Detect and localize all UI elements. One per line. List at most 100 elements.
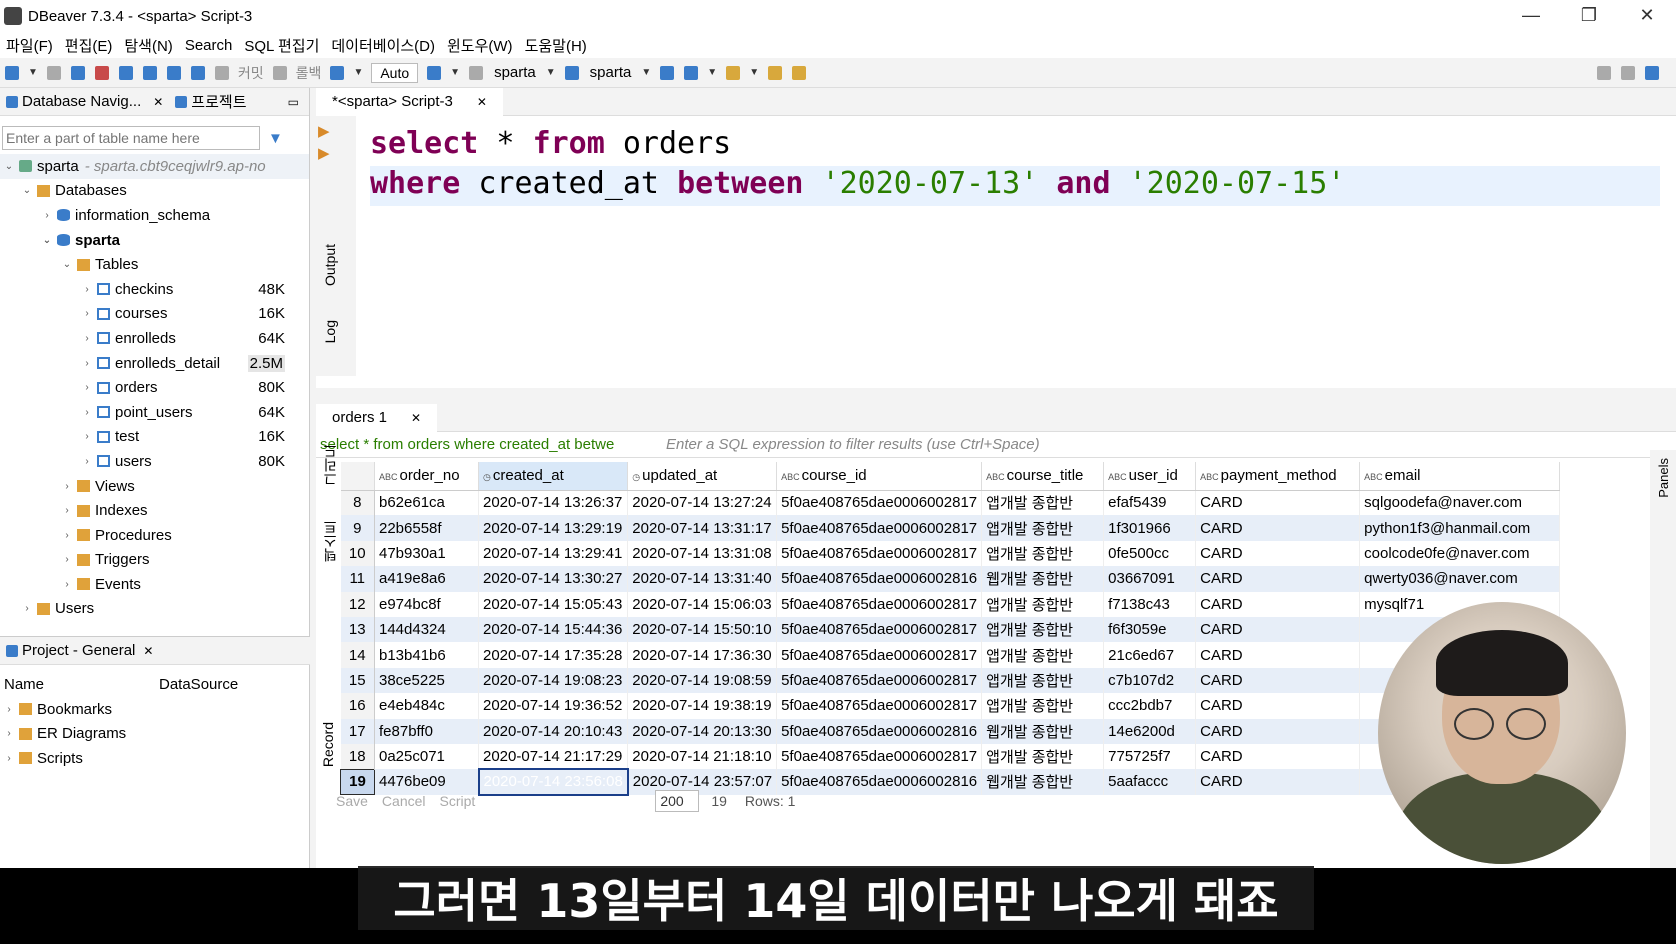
commit-icon[interactable] bbox=[214, 65, 229, 80]
table-cell[interactable]: 0fe500cc bbox=[1103, 540, 1197, 567]
datasource-selector[interactable]: sparta bbox=[494, 64, 536, 81]
tree-connection[interactable]: ⌄ sparta - sparta.cbt9ceqjwlr9.ap-no bbox=[0, 154, 309, 179]
column-header[interactable]: ABC order_no bbox=[374, 462, 479, 491]
tools-icon[interactable] bbox=[684, 65, 699, 80]
menu-sql-editor[interactable]: SQL 편집기 bbox=[238, 35, 325, 56]
chevron-down-icon[interactable]: ⌄ bbox=[40, 235, 54, 246]
table-cell[interactable]: 웹개발 종합반 bbox=[981, 566, 1105, 592]
table-cell[interactable]: 5f0ae408765dae0006002817 bbox=[776, 616, 983, 643]
table-row[interactable]: 11 a419e8a6 2020-07-14 13:30:27 2020-07-14 … bbox=[340, 566, 1561, 592]
back-icon[interactable] bbox=[768, 65, 783, 80]
record-tab[interactable]: Record bbox=[320, 722, 336, 767]
table-cell[interactable]: 2020-07-14 19:38:19 bbox=[627, 693, 778, 719]
table-cell[interactable]: 웹개발 종합반 bbox=[981, 718, 1105, 744]
tree-table-item[interactable]: › enrolleds_detail 2.5M bbox=[0, 351, 309, 376]
tree-tables[interactable]: ⌄ Tables bbox=[0, 252, 309, 277]
table-cell[interactable]: 2020-07-14 19:08:23 bbox=[478, 667, 629, 694]
tab-orders-1[interactable]: orders 1 ✕ bbox=[316, 403, 438, 432]
table-cell[interactable]: 5f0ae408765dae0006002816 bbox=[776, 769, 983, 795]
menu-help[interactable]: 도움말(H) bbox=[519, 35, 593, 56]
chevron-right-icon[interactable]: › bbox=[2, 704, 16, 715]
filter-icon[interactable]: ▼ bbox=[268, 130, 283, 147]
chevron-down-icon[interactable]: ⌄ bbox=[20, 185, 34, 196]
recent-script-icon[interactable] bbox=[190, 65, 205, 80]
chevron-down-icon[interactable]: ▼ bbox=[641, 67, 651, 78]
settings-icon[interactable] bbox=[660, 65, 675, 80]
close-button[interactable]: ✕ bbox=[1618, 0, 1676, 30]
tree-folder-procedures[interactable]: › Procedures bbox=[0, 523, 309, 548]
table-cell[interactable]: 2020-07-14 20:10:43 bbox=[478, 718, 629, 744]
table-cell[interactable]: 2020-07-14 19:36:52 bbox=[478, 693, 629, 719]
forward-icon[interactable] bbox=[792, 65, 807, 80]
table-cell[interactable]: b13b41b6 bbox=[374, 642, 479, 668]
connect-icon[interactable] bbox=[70, 65, 85, 80]
tree-folder-views[interactable]: › Views bbox=[0, 474, 309, 499]
table-cell[interactable]: CARD bbox=[1195, 642, 1361, 668]
table-cell[interactable]: 5f0ae408765dae0006002816 bbox=[776, 566, 983, 592]
table-cell[interactable]: 2020-07-14 13:30:27 bbox=[478, 566, 629, 592]
table-row[interactable]: 13 144d4324 2020-07-14 15:44:36 2020-07-14 … bbox=[340, 616, 1561, 643]
row-number[interactable]: 11 bbox=[340, 566, 375, 592]
row-number[interactable]: 13 bbox=[340, 616, 375, 643]
table-cell[interactable]: CARD bbox=[1195, 769, 1361, 795]
table-cell[interactable]: 5aafaccc bbox=[1103, 769, 1197, 795]
chevron-right-icon[interactable]: › bbox=[80, 407, 94, 418]
table-cell[interactable]: 2020-07-14 13:27:24 bbox=[627, 490, 778, 516]
tab-database-navigator[interactable]: Database Navig... ✕ bbox=[0, 93, 169, 110]
table-cell[interactable]: 앱개발 종합반 bbox=[981, 540, 1105, 567]
chevron-down-icon[interactable]: ▼ bbox=[749, 67, 759, 78]
table-cell[interactable]: 2020-07-14 13:26:37 bbox=[478, 490, 629, 516]
tree-table-item[interactable]: › enrolleds 64K bbox=[0, 326, 309, 351]
tab-project-general[interactable]: Project - General ✕ bbox=[0, 642, 159, 659]
table-cell[interactable]: 5f0ae408765dae0006002817 bbox=[776, 490, 983, 516]
chevron-right-icon[interactable]: › bbox=[40, 210, 54, 221]
table-cell[interactable]: 144d4324 bbox=[374, 616, 479, 643]
row-number[interactable]: 12 bbox=[340, 591, 375, 617]
table-cell[interactable]: fe87bff0 bbox=[374, 718, 479, 744]
table-filter-input[interactable] bbox=[2, 126, 260, 150]
table-cell[interactable]: a419e8a6 bbox=[374, 566, 479, 592]
history-icon[interactable] bbox=[427, 65, 442, 80]
row-number[interactable]: 15 bbox=[340, 667, 375, 694]
table-row[interactable]: 12 e974bc8f 2020-07-14 15:05:43 2020-07-14 … bbox=[340, 591, 1561, 617]
table-row[interactable]: 18 0a25c071 2020-07-14 21:17:29 2020-07-14 … bbox=[340, 743, 1561, 770]
tree-table-item[interactable]: › courses 16K bbox=[0, 302, 309, 327]
table-cell[interactable]: 5f0ae408765dae0006002817 bbox=[776, 693, 983, 719]
table-cell[interactable]: 2020-07-14 21:18:10 bbox=[627, 743, 778, 770]
table-row[interactable]: 10 47b930a1 2020-07-14 13:29:41 2020-07-14 … bbox=[340, 540, 1561, 567]
chevron-right-icon[interactable]: › bbox=[60, 481, 74, 492]
table-cell[interactable]: 5f0ae408765dae0006002817 bbox=[776, 540, 983, 567]
chevron-right-icon[interactable]: › bbox=[80, 456, 94, 467]
chevron-right-icon[interactable]: › bbox=[80, 358, 94, 369]
table-cell[interactable]: CARD bbox=[1195, 667, 1361, 694]
table-cell[interactable]: 5f0ae408765dae0006002816 bbox=[776, 718, 983, 744]
table-row[interactable]: 8 b62e61ca 2020-07-14 13:26:37 2020-07-14 1… bbox=[340, 490, 1561, 516]
table-cell[interactable]: 0a25c071 bbox=[374, 743, 479, 770]
table-cell[interactable]: 2020-07-14 15:50:10 bbox=[627, 616, 778, 643]
row-number[interactable]: 14 bbox=[340, 642, 375, 668]
panels-tab[interactable]: Panels bbox=[1656, 458, 1671, 498]
script-button[interactable]: Script bbox=[440, 793, 476, 809]
tree-folder-triggers[interactable]: › Triggers bbox=[0, 548, 309, 573]
perspective-icon[interactable] bbox=[1621, 65, 1635, 80]
chevron-right-icon[interactable]: › bbox=[2, 728, 16, 739]
table-cell[interactable]: sqlgoodefa@naver.com bbox=[1359, 490, 1561, 516]
table-cell[interactable]: b62e61ca bbox=[374, 490, 479, 516]
new-script-icon[interactable] bbox=[142, 65, 157, 80]
menu-edit[interactable]: 편집(E) bbox=[59, 35, 119, 56]
table-cell[interactable]: CARD bbox=[1195, 743, 1361, 770]
table-row[interactable]: 14 b13b41b6 2020-07-14 17:35:28 2020-07-14 … bbox=[340, 642, 1561, 668]
table-cell[interactable]: 2020-07-14 13:31:08 bbox=[627, 540, 778, 567]
table-cell[interactable]: efaf5439 bbox=[1103, 490, 1197, 516]
table-cell[interactable]: 앱개발 종합반 bbox=[981, 693, 1105, 719]
table-cell[interactable]: 22b6558f bbox=[374, 515, 479, 541]
chevron-right-icon[interactable]: › bbox=[60, 505, 74, 516]
chevron-right-icon[interactable]: › bbox=[60, 530, 74, 541]
table-cell[interactable]: f7138c43 bbox=[1103, 591, 1197, 617]
table-cell[interactable]: 앱개발 종합반 bbox=[981, 667, 1105, 694]
menu-database[interactable]: 데이터베이스(D) bbox=[325, 35, 441, 56]
table-row[interactable]: 15 38ce5225 2020-07-14 19:08:23 2020-07-14 … bbox=[340, 667, 1561, 694]
column-header[interactable]: ABC email bbox=[1359, 462, 1561, 491]
rollback-icon[interactable] bbox=[272, 65, 287, 80]
menu-navigate[interactable]: 탐색(N) bbox=[118, 35, 178, 56]
